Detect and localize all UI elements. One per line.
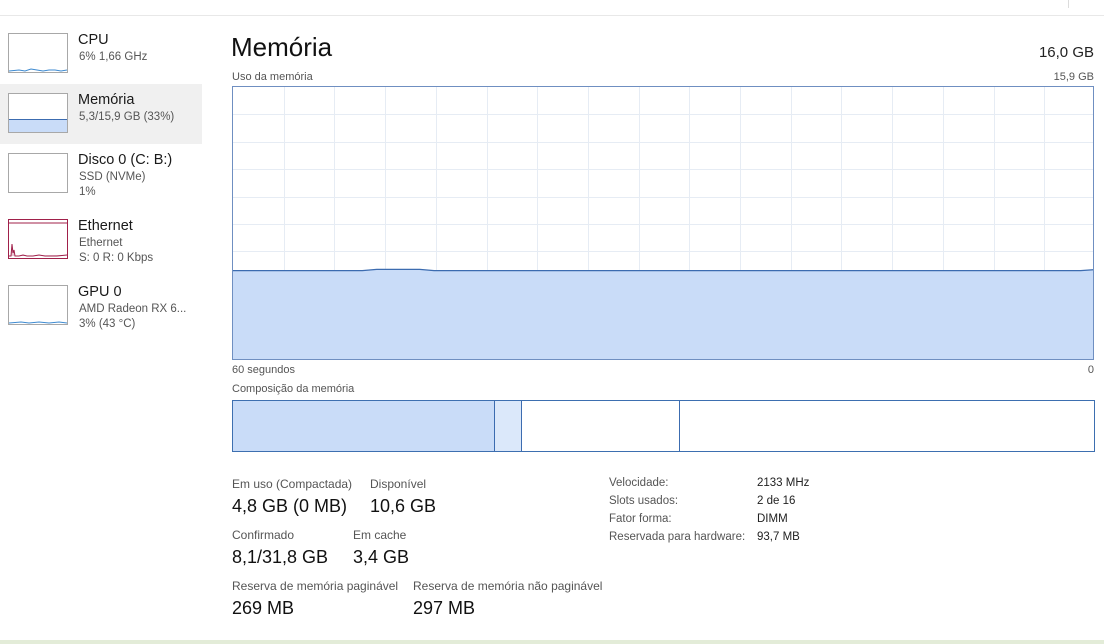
total-memory: 16,0 GB <box>1038 44 1094 61</box>
usage-graph-max: 15,9 GB <box>1053 71 1094 83</box>
sidebar-item-subtitle: 1% <box>79 186 96 198</box>
sidebar-item-subtitle: Ethernet <box>79 237 123 249</box>
paged-pool-value: 269 MB <box>232 598 295 618</box>
form-factor-value: DIMM <box>757 513 788 525</box>
sidebar-item-subtitle: SSD (NVMe) <box>79 171 146 183</box>
top-divider <box>1068 0 1069 8</box>
nonpaged-pool-value: 297 MB <box>413 598 476 618</box>
composition-label: Composição da memória <box>232 383 355 395</box>
composition-standby <box>522 401 680 451</box>
cached-label: Em cache <box>353 528 407 542</box>
speed-value: 2133 MHz <box>757 477 810 489</box>
graph-time-end: 0 <box>1087 364 1094 376</box>
sidebar-item-subtitle: 6% 1,66 GHz <box>79 51 148 63</box>
composition-free <box>680 401 1094 451</box>
paged-pool-label: Reserva de memória paginável <box>232 579 399 593</box>
memory-thumbnail-graph <box>8 93 68 133</box>
nonpaged-pool-label: Reserva de memória não paginável <box>413 579 603 593</box>
available-label: Disponível <box>370 477 427 491</box>
committed-label: Confirmado <box>232 528 295 542</box>
slots-value: 2 de 16 <box>757 495 796 507</box>
sidebar-item-disk[interactable]: Disco 0 (C: B:) SSD (NVMe) 1% <box>0 144 202 204</box>
cpu-thumbnail-graph <box>8 33 68 73</box>
gpu-thumbnail-graph <box>8 285 68 325</box>
in-use-value: 4,8 GB (0 MB) <box>232 496 348 516</box>
disk-thumbnail-graph <box>8 153 68 193</box>
sidebar-item-title: GPU 0 <box>78 284 122 300</box>
memory-usage-graph-svg <box>233 87 1093 359</box>
sidebar-item-ethernet[interactable]: Ethernet Ethernet S: 0 R: 0 Kbps <box>0 210 202 270</box>
in-use-label: Em uso (Compactada) <box>232 477 353 491</box>
composition-in-use <box>233 401 495 451</box>
memory-composition-bar <box>232 400 1095 452</box>
page-title: Memória <box>231 32 333 62</box>
usage-graph-label: Uso da memória <box>232 71 313 83</box>
hardware-reserved-value: 93,7 MB <box>757 531 800 543</box>
committed-value: 8,1/31,8 GB <box>232 547 329 567</box>
sidebar-item-title: Disco 0 (C: B:) <box>78 152 173 168</box>
memory-usage-area <box>233 269 1093 359</box>
sidebar-item-subtitle: 5,3/15,9 GB (33%) <box>79 111 175 123</box>
sidebar-item-title: CPU <box>78 32 109 48</box>
speed-label: Velocidade: <box>609 477 669 489</box>
graph-time-start: 60 segundos <box>232 364 295 376</box>
sidebar-item-subtitle: S: 0 R: 0 Kbps <box>79 252 154 264</box>
ethernet-thumbnail-graph <box>8 219 68 259</box>
slots-label: Slots usados: <box>609 495 679 507</box>
memory-usage-line <box>233 268 1093 272</box>
memory-usage-graph <box>232 86 1094 360</box>
sidebar-item-title: Memória <box>78 92 135 108</box>
hardware-reserved-label: Reservada para hardware: <box>609 531 746 543</box>
cached-value: 3,4 GB <box>353 547 410 567</box>
sidebar-item-memory[interactable]: Memória 5,3/15,9 GB (33%) <box>0 84 202 144</box>
form-factor-label: Fator forma: <box>609 513 672 525</box>
sidebar-item-subtitle: 3% (43 °C) <box>79 318 136 330</box>
bottom-separator <box>0 640 1104 644</box>
available-value: 10,6 GB <box>370 496 437 516</box>
sidebar-item-cpu[interactable]: CPU 6% 1,66 GHz <box>0 24 202 84</box>
sidebar-item-gpu[interactable]: GPU 0 AMD Radeon RX 6... 3% (43 °C) <box>0 276 202 336</box>
composition-modified <box>495 401 522 451</box>
sidebar-item-title: Ethernet <box>78 218 133 234</box>
sidebar-item-subtitle: AMD Radeon RX 6... <box>79 303 187 315</box>
top-separator <box>0 15 1104 16</box>
